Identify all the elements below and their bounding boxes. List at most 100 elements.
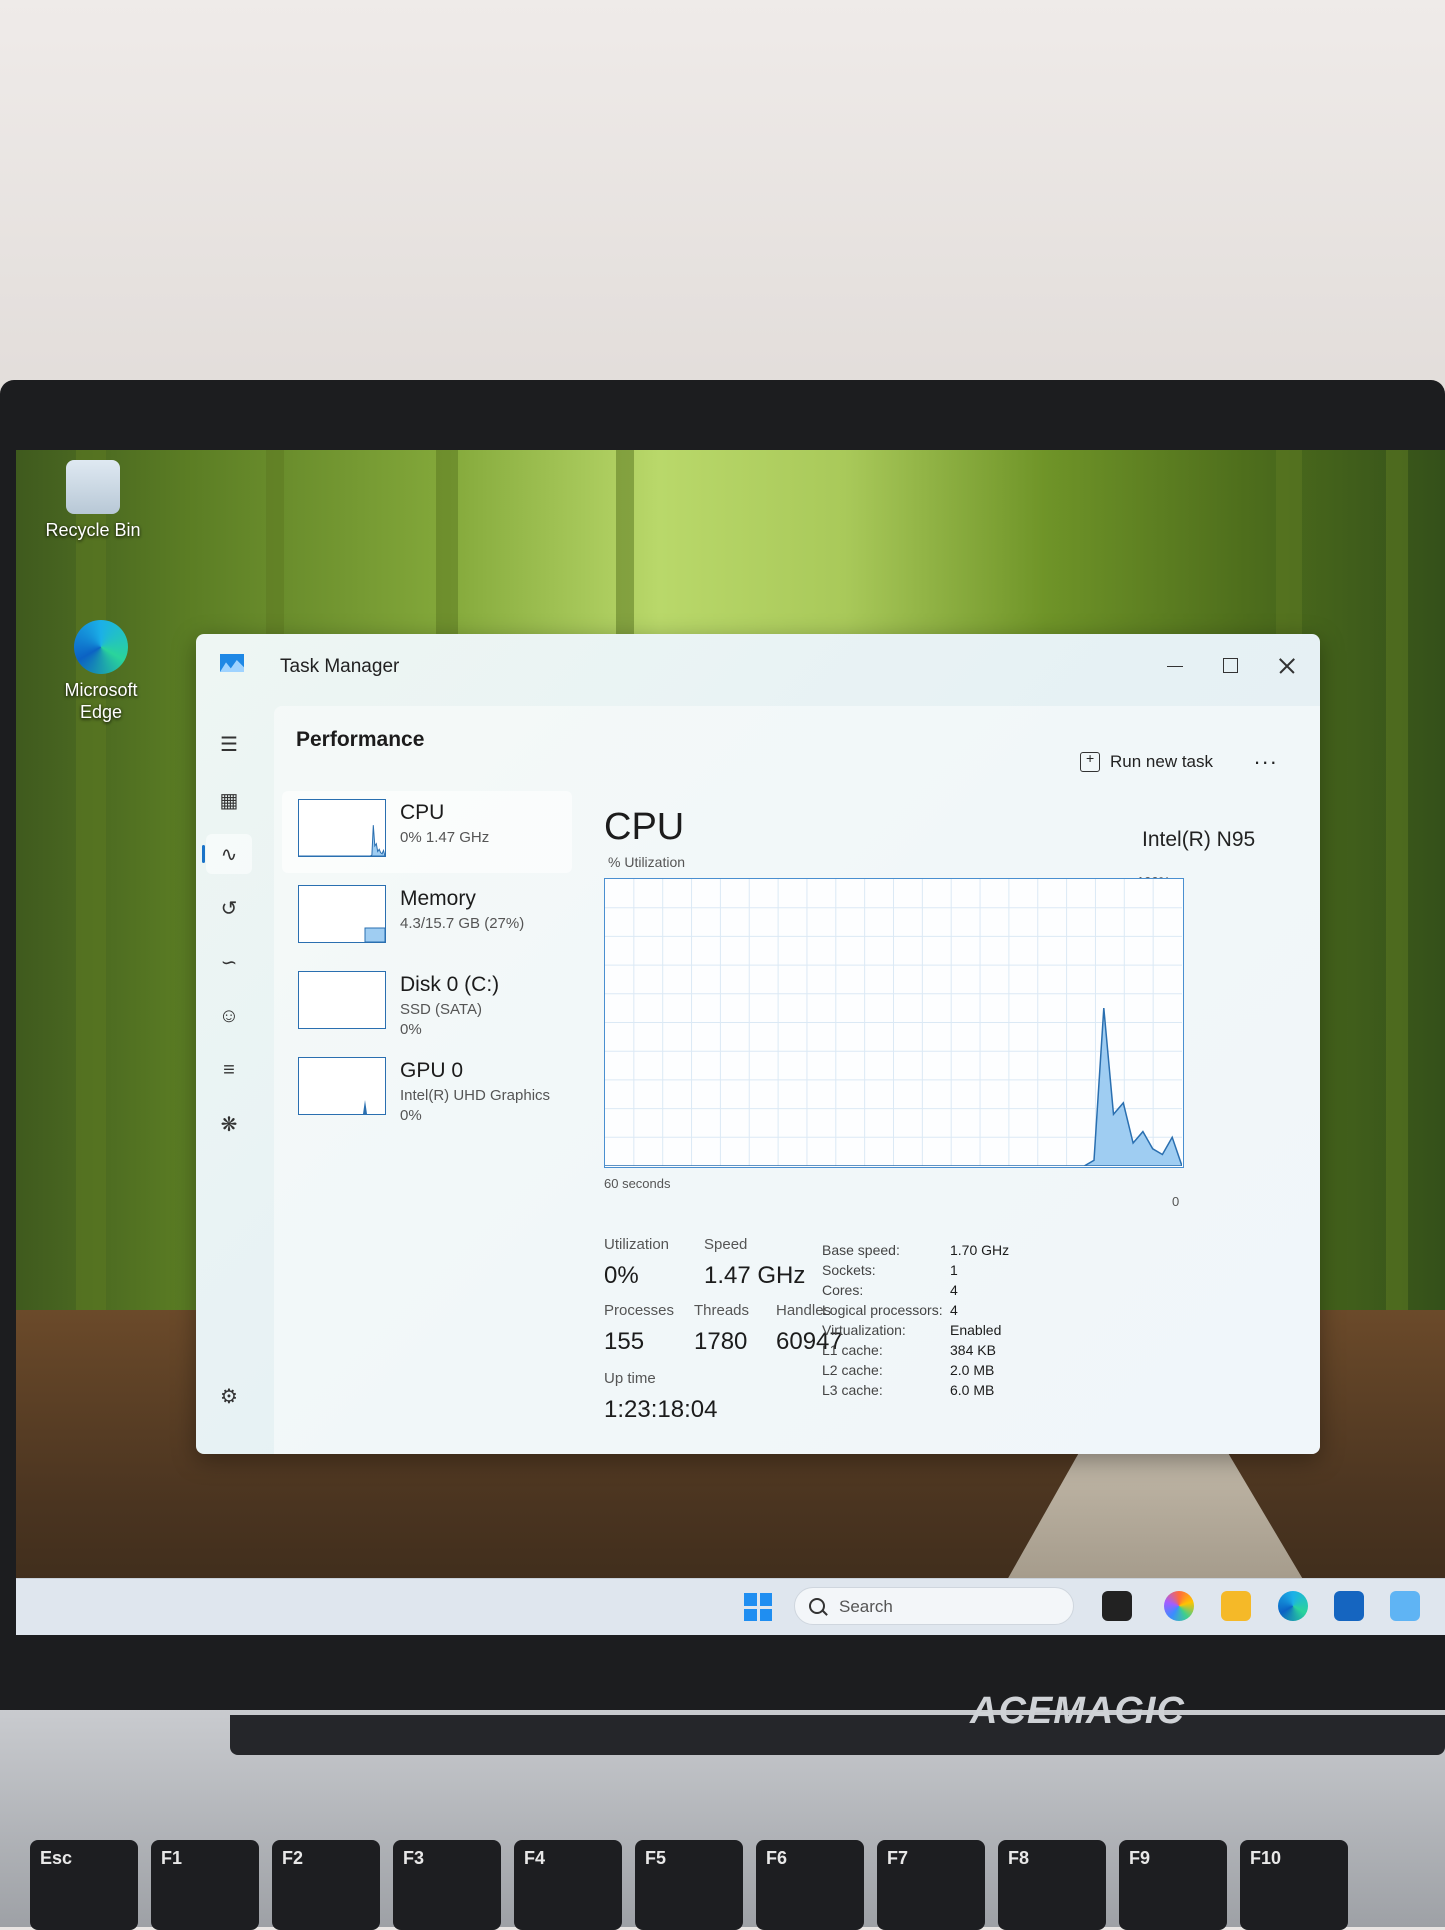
task-manager-taskbar-icon[interactable] bbox=[1390, 1591, 1420, 1621]
spec-label: L1 cache: bbox=[822, 1342, 883, 1358]
edge-taskbar-icon[interactable] bbox=[1278, 1591, 1308, 1621]
search-icon bbox=[809, 1598, 825, 1614]
spec-label: L3 cache: bbox=[822, 1382, 883, 1398]
perf-item-sub: 4.3/15.7 GB (27%) bbox=[400, 915, 525, 932]
minimize-icon bbox=[1167, 666, 1183, 667]
task-manager-app-icon bbox=[220, 654, 244, 672]
key-f9: F9 bbox=[1119, 1840, 1227, 1930]
time-axis-label: 60 seconds bbox=[604, 1176, 671, 1191]
gpu-thumbnail-graph bbox=[298, 1057, 386, 1115]
spec-value: 1 bbox=[950, 1262, 958, 1278]
file-explorer-icon[interactable] bbox=[1221, 1591, 1251, 1621]
utilization-value: 0% bbox=[604, 1262, 639, 1289]
desktop-icon-label: Edge bbox=[79, 701, 123, 722]
app-history-icon[interactable]: ↺ bbox=[206, 888, 252, 928]
spec-label: Base speed: bbox=[822, 1242, 900, 1258]
key-f2: F2 bbox=[272, 1840, 380, 1930]
spec-value: 1.70 GHz bbox=[950, 1242, 1010, 1258]
edge-icon bbox=[74, 620, 128, 674]
perf-item-gpu[interactable]: GPU 0 Intel(R) UHD Graphics 0% bbox=[282, 1049, 572, 1131]
spec-label: Virtualization: bbox=[822, 1322, 906, 1338]
desktop-recycle-bin[interactable]: Recycle Bin bbox=[38, 460, 148, 542]
key-f1: F1 bbox=[151, 1840, 259, 1930]
cpu-utilization-graph bbox=[604, 878, 1184, 1168]
start-button[interactable] bbox=[744, 1593, 772, 1621]
cpu-model: Intel(R) N95 bbox=[1142, 828, 1256, 851]
task-manager-window: Task Manager ☰ ▦ ∿ ↺ ∽ ☺ ≡ ❋ ⚙ Performan… bbox=[196, 634, 1320, 1454]
perf-item-sub: SSD (SATA) bbox=[400, 1001, 482, 1018]
store-icon[interactable] bbox=[1334, 1591, 1364, 1621]
utilization-axis-label: % Utilization bbox=[608, 854, 686, 870]
details-icon[interactable]: ≡ bbox=[206, 1050, 252, 1090]
startup-apps-icon[interactable]: ∽ bbox=[206, 942, 252, 982]
key-f10: F10 bbox=[1240, 1840, 1348, 1930]
taskbar: Search bbox=[16, 1578, 1445, 1635]
perf-item-name: CPU bbox=[400, 801, 445, 824]
memory-thumbnail-graph bbox=[298, 885, 386, 943]
speed-label: Speed bbox=[704, 1236, 748, 1253]
perf-item-name: GPU 0 bbox=[400, 1059, 464, 1082]
spec-value: 384 KB bbox=[950, 1342, 996, 1358]
perf-item-memory[interactable]: Memory 4.3/15.7 GB (27%) bbox=[282, 877, 572, 959]
key-f6: F6 bbox=[756, 1840, 864, 1930]
spec-value: 2.0 MB bbox=[950, 1362, 995, 1378]
threads-value: 1780 bbox=[694, 1328, 748, 1355]
perf-item-cpu[interactable]: CPU 0% 1.47 GHz bbox=[282, 791, 572, 873]
close-button[interactable] bbox=[1260, 646, 1314, 686]
desktop-edge[interactable]: Microsoft Edge bbox=[46, 620, 156, 723]
desktop-icon-label: Recycle Bin bbox=[45, 520, 141, 540]
threads-label: Threads bbox=[694, 1302, 750, 1319]
zero-axis-label: 0 bbox=[1172, 1194, 1180, 1209]
copilot-icon[interactable] bbox=[1164, 1591, 1194, 1621]
run-new-task-label: Run new task bbox=[1110, 752, 1213, 771]
perf-item-sub2: 0% bbox=[400, 1021, 422, 1038]
title-bar: Task Manager bbox=[196, 634, 1320, 704]
brand-logo: ACEMAGIC bbox=[970, 1690, 1185, 1732]
task-view-icon[interactable] bbox=[1102, 1591, 1132, 1621]
perf-item-sub: 0% 1.47 GHz bbox=[400, 829, 490, 846]
uptime-value: 1:23:18:04 bbox=[604, 1396, 718, 1423]
more-options-button[interactable]: ... bbox=[1254, 744, 1278, 770]
processes-label: Processes bbox=[604, 1302, 675, 1319]
section-title: Performance bbox=[296, 728, 425, 751]
settings-icon[interactable]: ⚙ bbox=[206, 1376, 252, 1416]
speed-value: 1.47 GHz bbox=[704, 1262, 806, 1289]
cpu-thumbnail-graph bbox=[298, 799, 386, 857]
maximize-button[interactable] bbox=[1204, 646, 1258, 686]
spec-value: 6.0 MB bbox=[950, 1382, 995, 1398]
performance-device-list: CPU 0% 1.47 GHz Memory 4.3/15.7 GB (27%)… bbox=[282, 791, 572, 1135]
minimize-button[interactable] bbox=[1148, 646, 1202, 686]
cpu-heading: CPU bbox=[604, 806, 685, 848]
cpu-thumbnail-series bbox=[299, 825, 385, 856]
spec-label: Logical processors: bbox=[822, 1302, 943, 1318]
spec-label: Sockets: bbox=[822, 1262, 876, 1278]
key-esc: Esc bbox=[30, 1840, 138, 1930]
nav-rail: ☰ ▦ ∿ ↺ ∽ ☺ ≡ ❋ ⚙ bbox=[196, 704, 268, 1454]
perf-item-name: Memory bbox=[400, 887, 476, 910]
spec-value: 4 bbox=[950, 1282, 958, 1298]
users-icon[interactable]: ☺ bbox=[206, 996, 252, 1036]
perf-item-sub2: 0% bbox=[400, 1107, 422, 1124]
perf-item-name: Disk 0 (C:) bbox=[400, 973, 500, 996]
performance-panel: Performance Run new task ... CPU 0% 1.47… bbox=[274, 706, 1320, 1454]
key-f7: F7 bbox=[877, 1840, 985, 1930]
search-placeholder: Search bbox=[839, 1597, 893, 1616]
spec-value: Enabled bbox=[950, 1322, 1002, 1338]
spec-label: Cores: bbox=[822, 1282, 864, 1298]
desktop-icon-label: Microsoft bbox=[64, 680, 138, 700]
processes-icon[interactable]: ▦ bbox=[206, 780, 252, 820]
perf-item-disk[interactable]: Disk 0 (C:) SSD (SATA) 0% bbox=[282, 963, 572, 1045]
run-new-task-button[interactable]: Run new task bbox=[1080, 746, 1213, 778]
disk-thumbnail-graph bbox=[298, 971, 386, 1029]
taskbar-search[interactable]: Search bbox=[794, 1587, 1074, 1625]
key-f5: F5 bbox=[635, 1840, 743, 1930]
spec-label: L2 cache: bbox=[822, 1362, 883, 1378]
utilization-label: Utilization bbox=[604, 1236, 670, 1253]
services-icon[interactable]: ❋ bbox=[206, 1104, 252, 1144]
window-title: Task Manager bbox=[280, 656, 400, 677]
processes-value: 155 bbox=[604, 1328, 645, 1355]
key-f3: F3 bbox=[393, 1840, 501, 1930]
performance-icon[interactable]: ∿ bbox=[202, 834, 252, 874]
laptop-hinge bbox=[230, 1715, 1445, 1755]
hamburger-menu-icon[interactable]: ☰ bbox=[206, 724, 252, 764]
